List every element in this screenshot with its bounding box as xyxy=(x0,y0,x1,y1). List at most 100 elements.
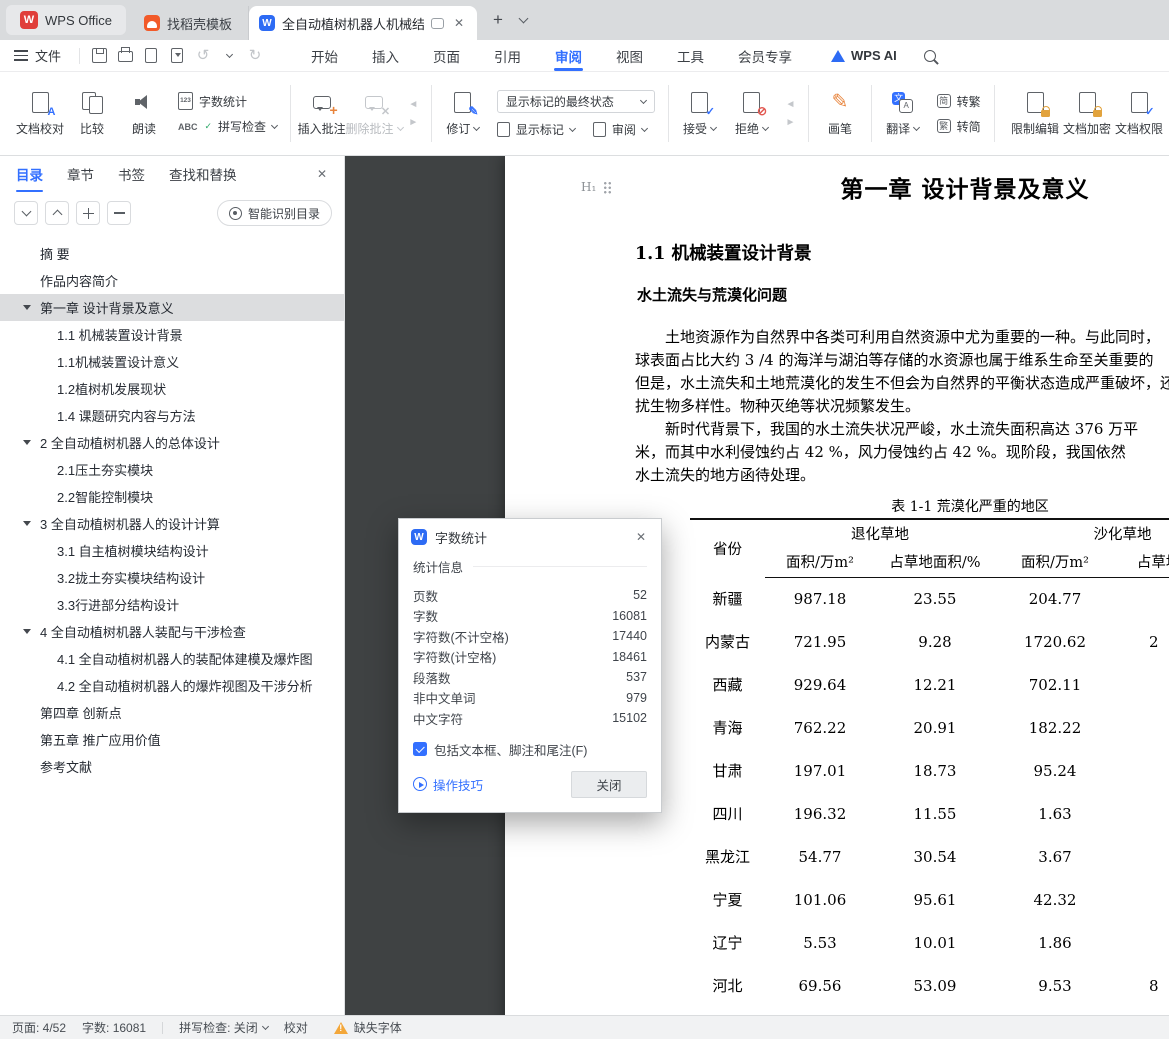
print-preview-button[interactable] xyxy=(138,44,164,68)
delete-comment-button[interactable]: 删除批注 xyxy=(346,72,404,155)
smart-toc-button[interactable]: 智能识别目录 xyxy=(216,200,332,226)
sidebar-tab-chapters[interactable]: 章节 xyxy=(67,156,94,192)
proofread-button[interactable]: 文档校对 xyxy=(14,72,66,155)
close-sidebar-icon[interactable] xyxy=(314,166,330,182)
spell-check-button[interactable]: 拼写检查 xyxy=(178,118,279,135)
include-textbox-checkbox[interactable]: 包括文本框、脚注和尾注(F) xyxy=(413,740,647,759)
file-menu-button[interactable]: 文件 xyxy=(0,40,73,71)
docer-icon xyxy=(143,15,160,31)
checkbox-checked-icon[interactable] xyxy=(413,742,427,756)
tab-view[interactable]: 视图 xyxy=(599,40,660,71)
sidebar-tab-find-replace[interactable]: 查找和替换 xyxy=(169,156,237,192)
track-changes-button[interactable]: 修订 xyxy=(437,72,489,155)
spellcheck-toggle[interactable]: 拼写检查: 关闭 xyxy=(179,1019,269,1036)
to-simplified-button[interactable]: 转简 xyxy=(936,118,981,135)
translate-icon xyxy=(892,90,914,114)
document-tab-label: 全自动植树机器人机械结构设 xyxy=(281,16,424,32)
undo-button[interactable]: ↺ xyxy=(190,44,216,68)
outline-item[interactable]: 1.1 机械装置设计背景 xyxy=(0,321,344,348)
outline-item[interactable]: 2.2智能控制模块 xyxy=(0,483,344,510)
outline-item[interactable]: 1.1机械装置设计意义 xyxy=(0,348,344,375)
insert-comment-button[interactable]: 插入批注 xyxy=(296,72,348,155)
outline-item[interactable]: 3 全自动植树机器人的设计计算 xyxy=(0,510,344,537)
outline-item[interactable]: 第五章 推广应用价值 xyxy=(0,726,344,753)
ink-pen-button[interactable]: 画笔 xyxy=(814,72,866,155)
accept-button[interactable]: 接受 xyxy=(674,72,726,155)
outline-item[interactable]: 作品内容简介 xyxy=(0,267,344,294)
encrypt-button[interactable]: 文档加密 xyxy=(1061,72,1113,155)
sidebar-tab-bookmarks[interactable]: 书签 xyxy=(118,156,145,192)
missing-font-warning[interactable]: 缺失字体 xyxy=(333,1019,402,1036)
dialog-titlebar[interactable]: 字数统计 xyxy=(399,519,661,555)
next-change-icon[interactable] xyxy=(786,118,796,128)
outline-item-selected[interactable]: 第一章 设计背景及意义 xyxy=(0,294,344,321)
tab-review[interactable]: 审阅 xyxy=(538,40,599,71)
collapse-triangle-icon[interactable] xyxy=(23,521,31,526)
tips-link[interactable]: 操作技巧 xyxy=(413,775,483,794)
translate-button[interactable]: 翻译 xyxy=(877,72,929,155)
wps-ai-button[interactable]: WPS AI xyxy=(831,48,897,63)
wps-office-tab[interactable]: WPS Office xyxy=(6,5,126,35)
tab-page[interactable]: 页面 xyxy=(416,40,477,71)
show-markup-button[interactable]: 显示标记 xyxy=(496,121,576,138)
word-count-dialog[interactable]: 字数统计 统计信息 页数52 字数16081 字符数(不计空格)17440 字符… xyxy=(398,518,662,813)
previous-change-icon[interactable] xyxy=(786,100,796,110)
tab-list-chevron-icon[interactable] xyxy=(513,9,535,31)
save-button[interactable] xyxy=(86,44,112,68)
word-count-indicator[interactable]: 字数: 16081 xyxy=(82,1019,146,1036)
outline-item[interactable]: 2 全自动植树机器人的总体设计 xyxy=(0,429,344,456)
redo-button[interactable]: ↻ xyxy=(242,44,268,68)
collapse-triangle-icon[interactable] xyxy=(23,440,31,445)
close-tab-icon[interactable] xyxy=(451,15,467,31)
outline-item[interactable]: 参考文献 xyxy=(0,753,344,780)
close-dialog-button[interactable]: 关闭 xyxy=(571,770,647,798)
outline-item[interactable]: 4 全自动植树机器人装配与干涉检查 xyxy=(0,618,344,645)
print-button[interactable] xyxy=(112,44,138,68)
to-traditional-button[interactable]: 转繁 xyxy=(936,93,981,110)
reject-button[interactable]: 拒绝 xyxy=(726,72,778,155)
outline-item[interactable]: 1.4 课题研究内容与方法 xyxy=(0,402,344,429)
review-menu-button[interactable]: 审阅 xyxy=(592,121,648,138)
export-pdf-button[interactable] xyxy=(164,44,190,68)
document-tab[interactable]: 全自动植树机器人机械结构设 xyxy=(248,6,477,40)
restrict-editing-button[interactable]: 限制编辑 xyxy=(1009,72,1061,155)
outline-item[interactable]: 2.1压土夯实模块 xyxy=(0,456,344,483)
word-count-button[interactable]: 字数统计 xyxy=(178,92,277,110)
page-indicator[interactable]: 页面: 4/52 xyxy=(12,1019,66,1036)
tab-insert[interactable]: 插入 xyxy=(355,40,416,71)
collapse-all-button[interactable] xyxy=(14,201,38,225)
outline-item[interactable]: 4.1 全自动植树机器人的装配体建模及爆炸图 xyxy=(0,645,344,672)
sidebar-tab-toc[interactable]: 目录 xyxy=(16,156,43,192)
tab-tools[interactable]: 工具 xyxy=(660,40,721,71)
collapse-triangle-icon[interactable] xyxy=(23,305,31,310)
docer-template-tab[interactable]: 找稻壳模板 xyxy=(128,6,249,40)
outline-item[interactable]: 摘 要 xyxy=(0,240,344,267)
tab-home[interactable]: 开始 xyxy=(294,40,355,71)
tab-reference[interactable]: 引用 xyxy=(477,40,538,71)
close-dialog-icon[interactable] xyxy=(633,529,649,545)
markup-state-select[interactable]: 显示标记的最终状态 xyxy=(496,89,655,113)
promote-button[interactable] xyxy=(76,201,100,225)
next-comment-icon[interactable] xyxy=(408,118,418,128)
compare-button[interactable]: 比较 xyxy=(66,72,118,155)
doc-permission-button[interactable]: 文档权限 xyxy=(1113,72,1165,155)
outline-item[interactable]: 第四章 创新点 xyxy=(0,699,344,726)
outline-item[interactable]: 1.2植树机发展现状 xyxy=(0,375,344,402)
outline-item[interactable]: 3.1 自主植树模块结构设计 xyxy=(0,537,344,564)
previous-comment-icon[interactable] xyxy=(408,100,418,110)
new-tab-button[interactable] xyxy=(485,7,511,33)
outline-item[interactable]: 3.2拢土夯实模块结构设计 xyxy=(0,564,344,591)
outline-item[interactable]: 4.2 全自动植树机器人的爆炸视图及干涉分析 xyxy=(0,672,344,699)
read-aloud-button[interactable]: 朗读 xyxy=(118,72,170,155)
writer-doc-icon xyxy=(258,15,275,31)
column-header: 面积/万m² xyxy=(765,547,875,578)
proofread-status[interactable]: 校对 xyxy=(284,1019,308,1036)
search-button[interactable] xyxy=(917,44,943,68)
collapse-triangle-icon[interactable] xyxy=(23,629,31,634)
simplified-glyph-icon xyxy=(936,94,951,108)
expand-all-button[interactable] xyxy=(45,201,69,225)
demote-button[interactable] xyxy=(107,201,131,225)
undo-dropdown[interactable] xyxy=(216,44,242,68)
tab-member[interactable]: 会员专享 xyxy=(721,40,809,71)
outline-item[interactable]: 3.3行进部分结构设计 xyxy=(0,591,344,618)
